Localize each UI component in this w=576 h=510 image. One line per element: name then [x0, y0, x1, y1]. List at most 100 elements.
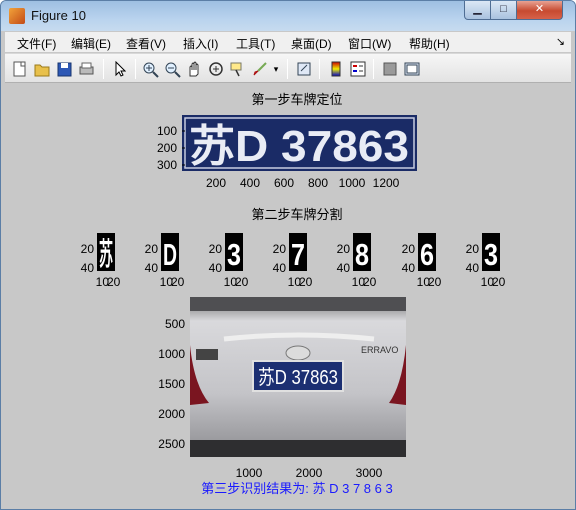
char-ytick: 40 — [81, 261, 95, 275]
char-glyph: 3 — [484, 237, 498, 272]
char-xtick: 20 — [107, 275, 121, 289]
figure-toolbar: ▾ — [5, 53, 571, 83]
title-bar[interactable]: Figure 10 ▁ □ ✕ — [1, 1, 575, 31]
char-subplot: 320401020 — [466, 233, 506, 289]
step1-xtick: 400 — [240, 176, 260, 190]
link-plot-icon[interactable] — [295, 60, 313, 78]
rotate-icon[interactable] — [207, 60, 225, 78]
step3-xtick: 2000 — [296, 466, 323, 480]
char-ytick: 20 — [81, 242, 95, 256]
step3-xtick: 3000 — [356, 466, 383, 480]
zoom-out-icon[interactable] — [163, 60, 181, 78]
recognition-result: 第三步识别结果为: 苏 D 3 7 8 6 3 — [201, 481, 392, 496]
char-glyph: 7 — [291, 237, 305, 272]
char-ytick: 40 — [209, 261, 223, 275]
step1-ytick: 100 — [157, 124, 177, 138]
char-subplot: 720401020 — [273, 233, 313, 289]
figure-canvas: 第一步车牌定位 苏D 37863 100 200 300 200 400 600… — [9, 85, 569, 503]
close-button[interactable]: ✕ — [516, 1, 563, 20]
char-subplot: 620401020 — [402, 233, 442, 289]
menu-help[interactable]: 帮助(H) — [409, 35, 450, 52]
step1-ytick: 300 — [157, 158, 177, 172]
step3-ytick: 1500 — [158, 377, 185, 391]
colorbar-icon[interactable] — [327, 60, 345, 78]
step1-y-axis: 100 200 300 — [157, 124, 185, 172]
char-ytick: 40 — [337, 261, 351, 275]
save-icon[interactable] — [55, 60, 73, 78]
new-figure-icon[interactable] — [11, 60, 29, 78]
window-title: Figure 10 — [31, 8, 86, 23]
step3-ytick: 1000 — [158, 347, 185, 361]
step1-xtick: 1000 — [339, 176, 366, 190]
segmented-characters: 苏20401020D204010203204010207204010208204… — [81, 233, 506, 289]
menu-view[interactable]: 查看(V) — [126, 35, 166, 52]
menu-edit[interactable]: 编辑(E) — [71, 35, 111, 52]
step1-ytick: 200 — [157, 141, 177, 155]
char-ytick: 40 — [273, 261, 287, 275]
char-subplot: 苏20401020 — [81, 233, 121, 289]
plate-text: 苏D 37863 — [189, 122, 409, 171]
step1-xtick: 800 — [308, 176, 328, 190]
step1-title: 第一步车牌定位 — [251, 92, 342, 107]
figure-window: Figure 10 ▁ □ ✕ 文件(F) 编辑(E) 查看(V) 插入(I) … — [0, 0, 576, 510]
char-glyph: 8 — [355, 237, 369, 272]
step3-y-axis: 500 1000 1500 2000 2500 — [158, 317, 185, 451]
figure-svg: 第一步车牌定位 苏D 37863 100 200 300 200 400 600… — [81, 92, 506, 496]
step3-ytick: 2500 — [158, 437, 185, 451]
char-ytick: 20 — [209, 242, 223, 256]
char-glyph: 6 — [420, 237, 434, 272]
char-xtick: 20 — [171, 275, 185, 289]
hide-plot-tools-icon[interactable] — [381, 60, 399, 78]
photo-plate-text: 苏D 37863 — [258, 366, 338, 389]
char-glyph: 3 — [227, 237, 241, 272]
brush-dropdown-icon[interactable]: ▾ — [271, 60, 281, 78]
char-ytick: 20 — [402, 242, 416, 256]
char-xtick: 20 — [299, 275, 313, 289]
char-ytick: 20 — [466, 242, 480, 256]
plate-image: 苏D 37863 — [182, 115, 417, 171]
step1-xtick: 600 — [274, 176, 294, 190]
menu-insert[interactable]: 插入(I) — [183, 35, 218, 52]
char-ytick: 20 — [273, 242, 287, 256]
char-xtick: 20 — [235, 275, 249, 289]
pan-icon[interactable] — [185, 60, 203, 78]
char-xtick: 20 — [492, 275, 506, 289]
char-subplot: 320401020 — [209, 233, 249, 289]
zoom-in-icon[interactable] — [141, 60, 159, 78]
menu-tools[interactable]: 工具(T) — [236, 35, 275, 52]
open-file-icon[interactable] — [33, 60, 51, 78]
print-icon[interactable] — [77, 60, 95, 78]
menu-bar: 文件(F) 编辑(E) 查看(V) 插入(I) 工具(T) 桌面(D) 窗口(W… — [5, 32, 571, 52]
maximize-button[interactable]: □ — [490, 1, 517, 20]
menu-window[interactable]: 窗口(W) — [348, 35, 391, 52]
char-glyph: 苏 — [99, 237, 113, 272]
step1-x-axis: 200 400 600 800 1000 1200 — [206, 176, 400, 190]
step1-xtick: 200 — [206, 176, 226, 190]
char-xtick: 20 — [428, 275, 442, 289]
char-ytick: 20 — [145, 242, 159, 256]
menu-desktop[interactable]: 桌面(D) — [291, 35, 332, 52]
pointer-icon[interactable] — [111, 60, 129, 78]
car-badge: ERRAVO — [361, 345, 398, 355]
char-glyph: D — [163, 237, 177, 272]
step3-ytick: 500 — [165, 317, 185, 331]
step2-title: 第二步车牌分割 — [251, 207, 342, 222]
car-photo: ERRAVO 苏D 37863 — [190, 297, 406, 457]
minimize-button[interactable]: ▁ — [464, 1, 491, 20]
step3-ytick: 2000 — [158, 407, 185, 421]
step3-xtick: 1000 — [236, 466, 263, 480]
char-subplot: D20401020 — [145, 233, 185, 289]
legend-icon[interactable] — [349, 60, 367, 78]
show-plot-tools-icon[interactable] — [403, 60, 421, 78]
brush-icon[interactable] — [251, 60, 269, 78]
char-ytick: 40 — [145, 261, 159, 275]
char-ytick: 40 — [466, 261, 480, 275]
matlab-icon — [9, 8, 25, 24]
char-subplot: 820401020 — [337, 233, 377, 289]
char-ytick: 20 — [337, 242, 351, 256]
data-cursor-icon[interactable] — [229, 60, 247, 78]
step3-x-axis: 1000 2000 3000 — [236, 466, 383, 480]
step1-xtick: 1200 — [373, 176, 400, 190]
menu-file[interactable]: 文件(F) — [17, 35, 56, 52]
dock-arrow-icon[interactable]: ↘ — [556, 35, 565, 48]
